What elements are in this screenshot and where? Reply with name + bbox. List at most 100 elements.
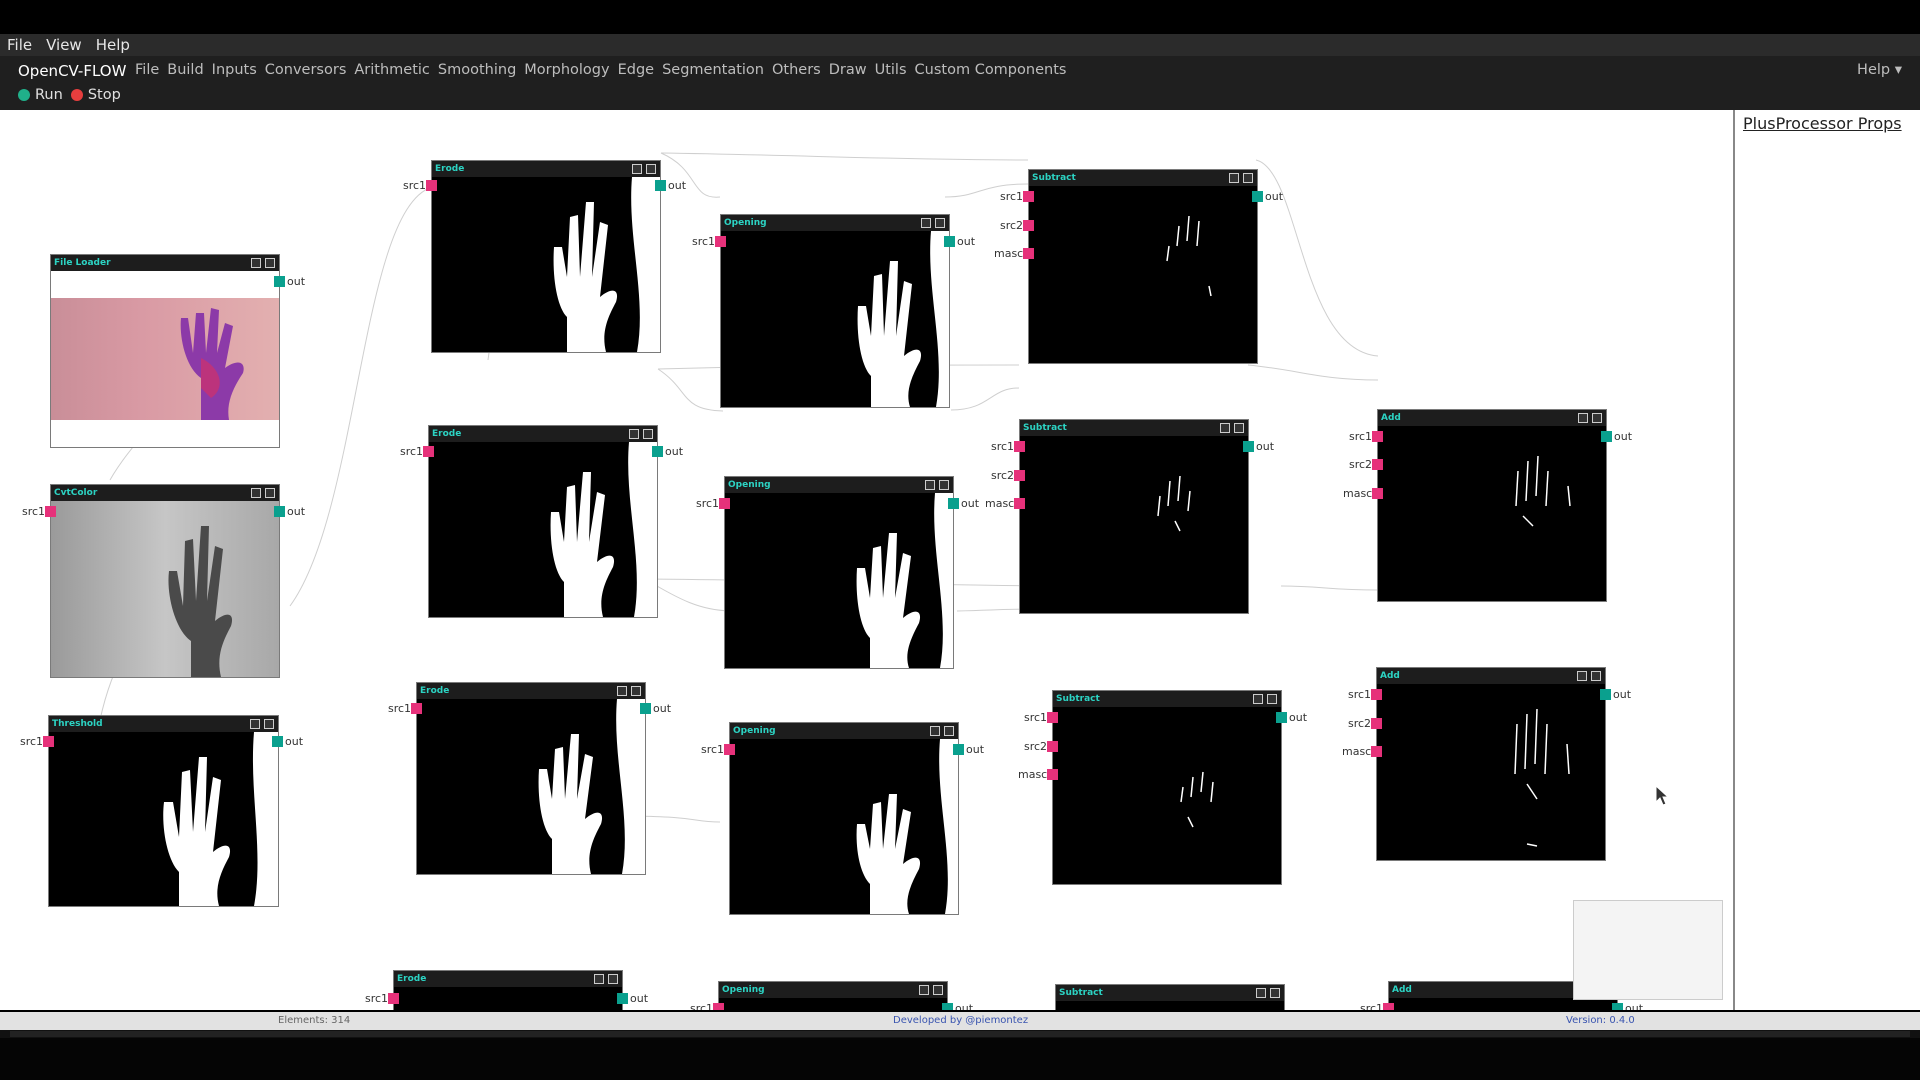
node-file-loader[interactable]: File Loader <box>50 254 280 448</box>
menu-view[interactable]: View <box>39 36 89 54</box>
node-header[interactable]: Subtract <box>1020 420 1248 436</box>
app-menu-morphology[interactable]: Morphology <box>524 62 609 78</box>
output-port[interactable] <box>640 703 651 714</box>
output-port[interactable] <box>652 446 663 457</box>
eye-icon[interactable] <box>1577 671 1587 681</box>
eye-icon[interactable] <box>919 985 929 995</box>
close-icon[interactable] <box>631 686 641 696</box>
minimap[interactable] <box>1573 900 1723 1000</box>
node-subtract[interactable]: Subtract <box>1052 690 1282 885</box>
node-opening[interactable]: Opening <box>718 981 948 1010</box>
node-subtract[interactable]: Subtract <box>1055 984 1285 1010</box>
input-port[interactable] <box>1047 769 1058 780</box>
eye-icon[interactable] <box>1220 423 1230 433</box>
close-icon[interactable] <box>265 258 275 268</box>
close-icon[interactable] <box>265 488 275 498</box>
output-port[interactable] <box>942 1003 953 1010</box>
input-port[interactable] <box>1014 498 1025 509</box>
node-add[interactable]: Add <box>1377 409 1607 602</box>
node-header[interactable]: Erode <box>432 161 660 177</box>
input-port[interactable] <box>423 446 434 457</box>
node-subtract[interactable]: Subtract <box>1028 169 1258 364</box>
menu-help[interactable]: Help <box>89 36 137 54</box>
eye-icon[interactable] <box>251 488 261 498</box>
output-port[interactable] <box>1276 712 1287 723</box>
node-cvtcolor[interactable]: CvtColor <box>50 484 280 678</box>
node-header[interactable]: Erode <box>429 426 657 442</box>
node-header[interactable]: Add <box>1378 410 1606 426</box>
node-erode[interactable]: Erode <box>416 682 646 875</box>
input-port[interactable] <box>1047 712 1058 723</box>
output-port[interactable] <box>944 236 955 247</box>
node-header[interactable]: CvtColor <box>51 485 279 501</box>
app-help-dropdown[interactable]: Help ▾ <box>1857 62 1902 78</box>
horizontal-scrollbar[interactable] <box>0 1030 1920 1038</box>
input-port[interactable] <box>719 498 730 509</box>
node-threshold[interactable]: Threshold <box>48 715 279 907</box>
eye-icon[interactable] <box>1253 694 1263 704</box>
node-erode[interactable]: Erode <box>428 425 658 618</box>
input-port[interactable] <box>715 236 726 247</box>
input-port[interactable] <box>411 703 422 714</box>
output-port[interactable] <box>655 180 666 191</box>
input-port[interactable] <box>1023 220 1034 231</box>
app-menu-segmentation[interactable]: Segmentation <box>662 62 764 78</box>
app-menu-draw[interactable]: Draw <box>829 62 867 78</box>
app-menu-arithmetic[interactable]: Arithmetic <box>354 62 430 78</box>
eye-icon[interactable] <box>925 480 935 490</box>
close-icon[interactable] <box>1267 694 1277 704</box>
output-port[interactable] <box>274 506 285 517</box>
app-menu-file[interactable]: File <box>135 62 159 78</box>
eye-icon[interactable] <box>250 719 260 729</box>
close-icon[interactable] <box>1591 671 1601 681</box>
input-port[interactable] <box>1372 459 1383 470</box>
input-port[interactable] <box>1383 1003 1394 1010</box>
eye-icon[interactable] <box>594 974 604 984</box>
app-menu-inputs[interactable]: Inputs <box>212 62 257 78</box>
eye-icon[interactable] <box>930 726 940 736</box>
stop-button[interactable]: Stop <box>70 87 121 103</box>
eye-icon[interactable] <box>617 686 627 696</box>
output-port[interactable] <box>1601 431 1612 442</box>
node-header[interactable]: Subtract <box>1056 985 1284 1001</box>
input-port[interactable] <box>1023 191 1034 202</box>
app-menu-utils[interactable]: Utils <box>875 62 907 78</box>
node-header[interactable]: Subtract <box>1029 170 1257 186</box>
input-port[interactable] <box>1371 689 1382 700</box>
input-port[interactable] <box>388 993 399 1004</box>
node-header[interactable]: Add <box>1377 668 1605 684</box>
app-menu-others[interactable]: Others <box>772 62 821 78</box>
input-port[interactable] <box>1371 746 1382 757</box>
input-port[interactable] <box>1372 488 1383 499</box>
eye-icon[interactable] <box>1256 988 1266 998</box>
input-port[interactable] <box>43 736 54 747</box>
node-editor-canvas[interactable]: File Loader out CvtColor src1 out Thresh… <box>0 110 1733 1010</box>
output-port[interactable] <box>953 744 964 755</box>
eye-icon[interactable] <box>1229 173 1239 183</box>
close-icon[interactable] <box>1592 413 1602 423</box>
output-port[interactable] <box>1252 191 1263 202</box>
run-button[interactable]: Run <box>18 87 63 103</box>
eye-icon[interactable] <box>921 218 931 228</box>
close-icon[interactable] <box>646 164 656 174</box>
output-port[interactable] <box>1612 1003 1623 1010</box>
close-icon[interactable] <box>1270 988 1280 998</box>
input-port[interactable] <box>724 744 735 755</box>
close-icon[interactable] <box>264 719 274 729</box>
node-erode[interactable]: Erode <box>431 160 661 353</box>
node-subtract[interactable]: Subtract <box>1019 419 1249 614</box>
node-header[interactable]: Erode <box>417 683 645 699</box>
eye-icon[interactable] <box>251 258 261 268</box>
input-port[interactable] <box>426 180 437 191</box>
output-port[interactable] <box>274 276 285 287</box>
node-header[interactable]: Erode <box>394 971 622 987</box>
input-port[interactable] <box>45 506 56 517</box>
input-port[interactable] <box>1014 470 1025 481</box>
node-add[interactable]: Add <box>1376 667 1606 861</box>
menu-file[interactable]: File <box>0 36 39 54</box>
node-header[interactable]: Opening <box>719 982 947 998</box>
node-erode[interactable]: Erode <box>393 970 623 1010</box>
app-menu-custom-components[interactable]: Custom Components <box>915 62 1067 78</box>
app-menu-build[interactable]: Build <box>167 62 203 78</box>
node-opening[interactable]: Opening <box>720 214 950 408</box>
